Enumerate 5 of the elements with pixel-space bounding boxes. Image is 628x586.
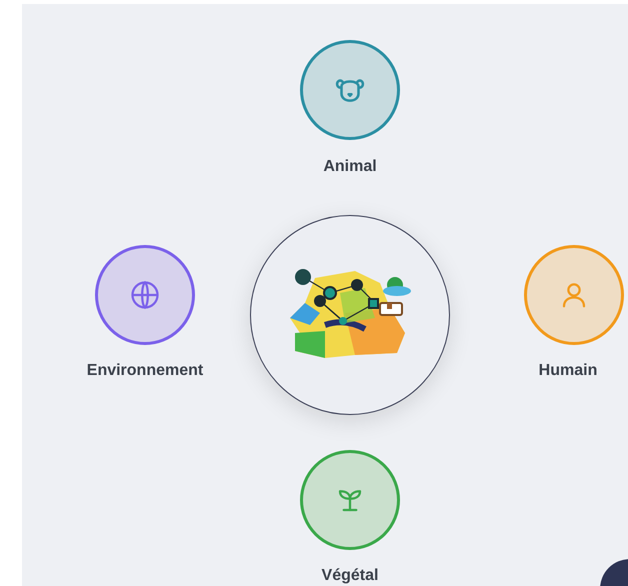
domain-label: Humain bbox=[538, 361, 598, 381]
domain-label: Végétal bbox=[322, 566, 378, 586]
globe-icon bbox=[130, 280, 160, 310]
domain-label: Animal bbox=[323, 157, 377, 177]
domain-label: Environnement bbox=[86, 361, 204, 381]
